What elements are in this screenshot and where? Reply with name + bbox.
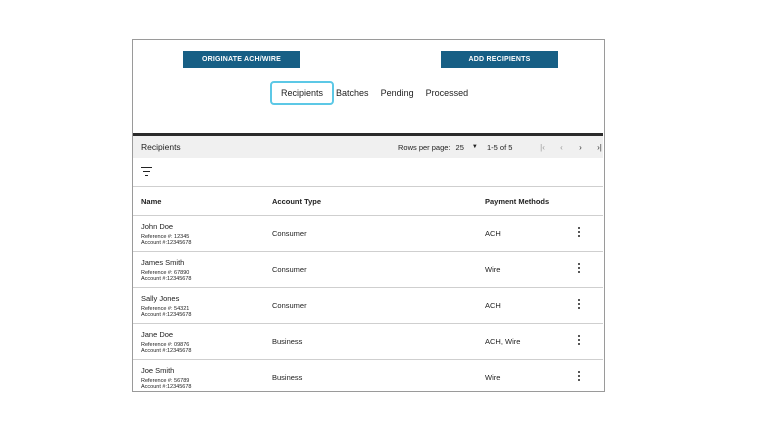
rows-per-page-value: 25 [455,142,464,152]
account-type-cell: Consumer [272,229,307,238]
table-row[interactable]: Joe Smith Reference #: 56789 Account #:1… [133,360,603,395]
payment-methods-cell: ACH [485,301,501,310]
chevron-right-icon[interactable]: › [571,143,590,152]
more-vert-icon[interactable] [576,263,582,276]
last-page-icon[interactable]: ›| [590,143,609,152]
pagination-range: 1-5 of 5 [487,142,513,152]
recipient-name: Sally Jones [141,294,180,303]
recipients-panel: ORIGINATE ACH/WIRE ADD RECIPIENTS Recipi… [132,39,605,392]
account-type-cell: Consumer [272,301,307,310]
recipients-table: Recipients Rows per page: 25 ▼ 1-5 of 5 … [133,133,603,395]
recipient-cell: Sally Jones Reference #: 54321 Account #… [141,294,191,318]
account-type-cell: Business [272,337,303,346]
tab-processed[interactable]: Processed [420,83,475,103]
column-header-account-type[interactable]: Account Type [272,197,321,206]
recipient-cell: James Smith Reference #: 67890 Account #… [141,258,191,282]
recipient-cell: Joe Smith Reference #: 56789 Account #:1… [141,366,191,390]
table-row[interactable]: Jane Doe Reference #: 09876 Account #:12… [133,324,603,360]
payment-methods-cell: Wire [485,373,501,382]
tab-batches[interactable]: Batches [330,83,375,103]
table-title: Recipients [141,142,181,152]
caret-down-icon: ▼ [471,144,478,150]
table-row[interactable]: Sally Jones Reference #: 54321 Account #… [133,288,603,324]
more-vert-icon[interactable] [576,299,582,312]
tab-pending[interactable]: Pending [375,83,420,103]
recipient-name: Jane Doe [141,330,174,339]
more-vert-icon[interactable] [576,371,582,384]
recipient-name: Joe Smith [141,366,175,375]
more-vert-icon[interactable] [576,227,582,240]
account-type-cell: Business [272,373,303,382]
recipient-cell: John Doe Reference #: 12345 Account #:12… [141,222,191,246]
table-row[interactable]: James Smith Reference #: 67890 Account #… [133,252,603,288]
rows-per-page-select[interactable]: Rows per page: 25 ▼ [398,143,478,152]
recipient-account: Account #:12345678 [141,384,192,390]
recipient-name: John Doe [141,222,174,231]
chevron-left-icon[interactable]: ‹ [552,143,571,152]
payment-methods-cell: ACH [485,229,501,238]
payment-methods-cell: ACH, Wire [485,337,521,346]
filter-row [133,158,603,187]
recipient-account: Account #:12345678 [141,312,192,318]
tab-bar: Recipients Batches Pending Processed [270,81,475,105]
table-header-row: Name Account Type Payment Methods [133,187,603,216]
first-page-icon[interactable]: |‹ [533,143,552,152]
recipient-name: James Smith [141,258,185,267]
recipient-account: Account #:12345678 [141,276,192,282]
more-vert-icon[interactable] [576,335,582,348]
account-type-cell: Consumer [272,265,307,274]
pagination-controls: |‹ ‹ › ›| [533,143,609,152]
add-recipients-button[interactable]: ADD RECIPIENTS [441,51,558,68]
tab-recipients[interactable]: Recipients [270,81,335,105]
column-header-payment-methods[interactable]: Payment Methods [485,197,549,206]
rows-per-page-label: Rows per page: [398,142,451,152]
recipient-account: Account #:12345678 [141,348,192,354]
column-header-name[interactable]: Name [141,197,161,206]
table-toolbar: Recipients Rows per page: 25 ▼ 1-5 of 5 … [133,136,603,158]
recipient-cell: Jane Doe Reference #: 09876 Account #:12… [141,330,191,354]
payment-methods-cell: Wire [485,265,501,274]
originate-ach-wire-button[interactable]: ORIGINATE ACH/WIRE [183,51,300,68]
table-row[interactable]: John Doe Reference #: 12345 Account #:12… [133,216,603,252]
recipient-account: Account #:12345678 [141,240,192,246]
filter-icon[interactable] [141,167,152,177]
